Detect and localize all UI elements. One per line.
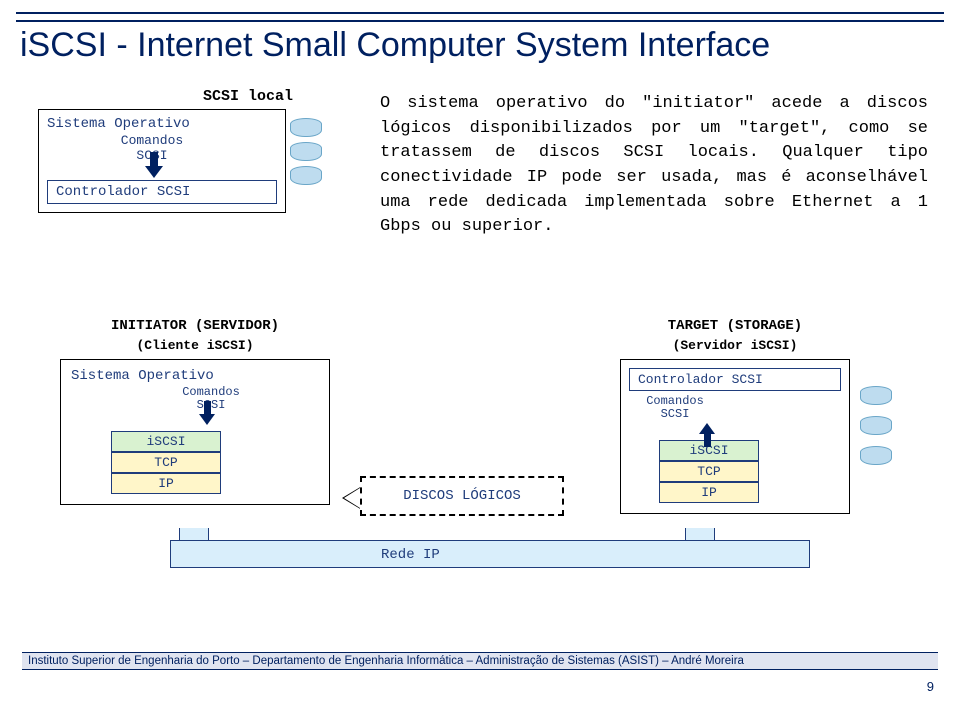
- disk-icon: [860, 416, 892, 428]
- target-commands: Comandos SCSI: [635, 395, 715, 421]
- scsi-local-box: Sistema Operativo Comandos SCSI Controla…: [38, 109, 286, 213]
- body-paragraph: O sistema operativo do "initiator" acede…: [380, 92, 928, 240]
- footer-text: Instituto Superior de Engenharia do Port…: [22, 652, 938, 670]
- initiator-cmd2: SCSI: [197, 398, 226, 412]
- logical-disks-label: DISCOS LÓGICOS: [360, 476, 564, 516]
- page-title: iSCSI - Internet Small Computer System I…: [20, 26, 770, 65]
- header-rule: [16, 12, 944, 22]
- target-disks-icon: [860, 386, 892, 476]
- stack-ip: IP: [111, 473, 221, 494]
- sys-op-label: Sistema Operativo: [47, 116, 277, 132]
- initiator-column: INITIATOR (SERVIDOR) (Cliente iSCSI) Sis…: [60, 318, 330, 505]
- initiator-title: INITIATOR (SERVIDOR): [60, 318, 330, 334]
- arrow-down-icon: [145, 166, 163, 178]
- disk-icon: [860, 386, 892, 398]
- stack-ip: IP: [659, 482, 759, 503]
- target-box: Controlador SCSI Comandos SCSI iSCSI TCP…: [620, 359, 850, 514]
- stack-iscsi: iSCSI: [111, 431, 221, 452]
- commands-line1: Comandos: [121, 133, 183, 148]
- target-protocol-stack: iSCSI TCP IP: [659, 440, 759, 503]
- target-column: TARGET (STORAGE) (Servidor iSCSI) Contro…: [620, 318, 850, 514]
- network-connector-right: [685, 528, 715, 540]
- controller-label: Controlador SCSI: [47, 180, 277, 204]
- scsi-local-heading: SCSI local: [148, 88, 348, 105]
- stack-tcp: TCP: [659, 461, 759, 482]
- disk-icon: [290, 118, 322, 130]
- target-cmd1: Comandos: [646, 394, 704, 408]
- initiator-box: Sistema Operativo Comandos SCSI iSCSI TC…: [60, 359, 330, 505]
- disk-icon: [290, 142, 322, 154]
- initiator-sys-op: Sistema Operativo: [71, 368, 319, 384]
- iscsi-network-diagram: INITIATOR (SERVIDOR) (Cliente iSCSI) Sis…: [60, 318, 930, 618]
- ip-network-label: Rede IP: [170, 540, 810, 568]
- arrow-down-icon: [199, 414, 215, 425]
- network-connector-left: [179, 528, 209, 540]
- target-cmd2: SCSI: [661, 407, 690, 421]
- initiator-cmd1: Comandos: [182, 385, 240, 399]
- initiator-protocol-stack: iSCSI TCP IP: [111, 431, 221, 494]
- target-subtitle: (Servidor iSCSI): [620, 338, 850, 353]
- disk-icon: [860, 446, 892, 458]
- arrow-up-icon: [699, 423, 715, 434]
- stack-tcp: TCP: [111, 452, 221, 473]
- target-title: TARGET (STORAGE): [620, 318, 850, 334]
- initiator-subtitle: (Cliente iSCSI): [60, 338, 330, 353]
- local-disks-icon: [290, 118, 322, 190]
- page-number: 9: [927, 679, 934, 694]
- initiator-commands: Comandos SCSI: [171, 386, 251, 412]
- target-controller: Controlador SCSI: [629, 368, 841, 391]
- disk-icon: [290, 166, 322, 178]
